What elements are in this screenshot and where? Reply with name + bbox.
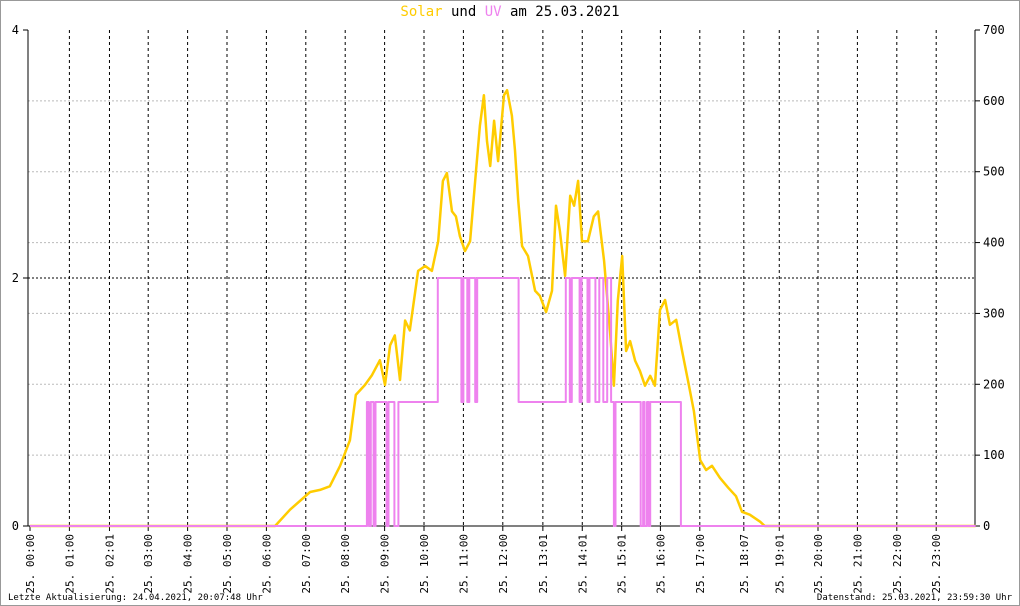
x-tick-label: 25. 03:00	[142, 534, 155, 594]
x-tick-label: 25. 00:00	[24, 534, 37, 594]
x-tick-label: 25. 05:00	[221, 534, 234, 594]
x-tick-label: 25. 04:00	[182, 534, 195, 594]
x-tick-label: 25. 13:01	[537, 534, 550, 594]
x-tick-label: 25. 14:01	[576, 534, 589, 594]
right-tick-label: 100	[983, 448, 1005, 462]
x-tick-label: 25. 15:01	[616, 534, 629, 594]
x-tick-label: 25. 11:00	[457, 534, 470, 594]
right-tick-label: 400	[983, 236, 1005, 250]
x-tick-label: 25. 18:07	[738, 534, 751, 594]
x-tick-label: 25. 08:00	[339, 534, 352, 594]
x-tick-label: 25. 09:00	[379, 534, 392, 594]
left-tick-label: 4	[12, 23, 19, 37]
x-tick-label: 25. 17:00	[694, 534, 707, 594]
x-tick-label: 25. 22:00	[891, 534, 904, 594]
x-tick-label: 25. 07:00	[300, 534, 313, 594]
left-tick-label: 2	[12, 271, 19, 285]
x-tick-label: 25. 10:00	[418, 534, 431, 594]
right-tick-label: 0	[983, 519, 990, 533]
x-tick-label: 25. 20:00	[812, 534, 825, 594]
x-tick-label: 25. 02:01	[103, 534, 116, 594]
x-tick-label: 25. 21:00	[851, 534, 864, 594]
x-tick-label: 25. 12:00	[497, 534, 510, 594]
right-tick-label: 200	[983, 377, 1005, 391]
x-tick-label: 25. 16:00	[654, 534, 667, 594]
left-tick-label: 0	[12, 519, 19, 533]
right-tick-label: 600	[983, 94, 1005, 108]
x-tick-label: 25. 06:00	[260, 534, 273, 594]
last-update-text: Letzte Aktualisierung: 24.04.2021, 20:07…	[8, 593, 263, 603]
right-tick-label: 500	[983, 165, 1005, 179]
right-tick-label: 700	[983, 23, 1005, 37]
x-tick-label: 25. 01:00	[63, 534, 76, 594]
x-tick-label: 25. 23:00	[930, 534, 943, 594]
right-tick-label: 300	[983, 306, 1005, 320]
x-tick-label: 25. 19:01	[773, 534, 786, 594]
chart-svg: 0 100 200 300 400 500 600 700 0 2 4 25. 00:00 25. 01…	[12, 23, 1005, 594]
data-timestamp-text: Datenstand: 25.03.2021, 23:59:30 Uhr	[816, 593, 1012, 603]
